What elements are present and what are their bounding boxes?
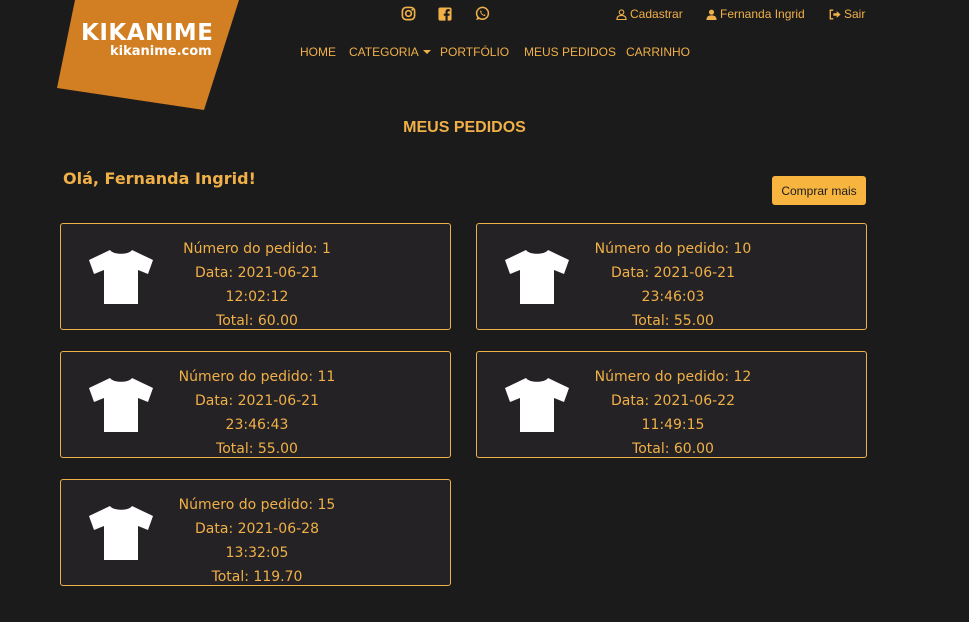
nav-home[interactable]: HOME bbox=[300, 45, 336, 59]
logout-link[interactable]: Sair bbox=[829, 7, 865, 21]
nav-cart[interactable]: CARRINHO bbox=[626, 45, 690, 59]
nav-orders[interactable]: MEUS PEDIDOS bbox=[524, 45, 616, 59]
brand-logo[interactable]: KIKANIME kikanime.com bbox=[57, 0, 242, 110]
tshirt-icon bbox=[89, 378, 153, 432]
order-date: Data: 2021-06-21 12:02:12 bbox=[195, 265, 319, 305]
order-total: Total: 60.00 bbox=[632, 441, 714, 457]
order-number: Número do pedido: 1 bbox=[183, 241, 331, 257]
order-total: Total: 55.00 bbox=[632, 313, 714, 329]
order-card[interactable]: Número do pedido: 1 Data: 2021-06-21 12:… bbox=[60, 223, 451, 330]
user-outline-icon bbox=[616, 8, 627, 20]
order-card[interactable]: Número do pedido: 10 Data: 2021-06-21 23… bbox=[476, 223, 867, 330]
order-number: Número do pedido: 11 bbox=[178, 369, 336, 385]
order-total: Total: 55.00 bbox=[216, 441, 298, 457]
chevron-down-icon bbox=[422, 50, 431, 54]
tshirt-icon bbox=[89, 506, 153, 560]
sign-out-icon bbox=[829, 9, 841, 19]
buy-more-button[interactable]: Comprar mais bbox=[772, 176, 866, 205]
logo-subtitle: kikanime.com bbox=[110, 44, 212, 59]
order-number: Número do pedido: 10 bbox=[594, 241, 752, 257]
nav-category-label: CATEGORIA bbox=[349, 45, 419, 59]
nav-category[interactable]: CATEGORIA bbox=[349, 45, 431, 59]
whatsapp-icon[interactable] bbox=[475, 6, 490, 21]
order-number: Número do pedido: 15 bbox=[178, 497, 336, 513]
order-card[interactable]: Número do pedido: 15 Data: 2021-06-28 13… bbox=[60, 479, 451, 586]
order-date: Data: 2021-06-21 23:46:03 bbox=[611, 265, 735, 305]
signup-link[interactable]: Cadastrar bbox=[616, 7, 683, 21]
order-total: Total: 60.00 bbox=[216, 313, 298, 329]
order-date: Data: 2021-06-22 11:49:15 bbox=[611, 393, 735, 433]
logo-title: KIKANIME bbox=[81, 20, 214, 46]
tshirt-icon bbox=[89, 250, 153, 304]
user-icon bbox=[706, 9, 717, 20]
page-title: MEUS PEDIDOS bbox=[403, 119, 526, 136]
order-date: Data: 2021-06-28 13:32:05 bbox=[195, 521, 319, 561]
tshirt-icon bbox=[505, 378, 569, 432]
facebook-icon[interactable] bbox=[438, 6, 452, 21]
signup-label: Cadastrar bbox=[630, 7, 683, 21]
order-card[interactable]: Número do pedido: 12 Data: 2021-06-22 11… bbox=[476, 351, 867, 458]
nav-portfolio[interactable]: PORTFÓLIO bbox=[440, 45, 509, 59]
greeting: Olá, Fernanda Ingrid! bbox=[63, 169, 256, 188]
user-profile-link[interactable]: Fernanda Ingrid bbox=[706, 7, 805, 21]
logout-label: Sair bbox=[844, 7, 866, 21]
order-number: Número do pedido: 12 bbox=[594, 369, 752, 385]
instagram-icon[interactable] bbox=[401, 6, 416, 21]
order-card[interactable]: Número do pedido: 11 Data: 2021-06-21 23… bbox=[60, 351, 451, 458]
order-total: Total: 119.70 bbox=[211, 569, 303, 585]
tshirt-icon bbox=[505, 250, 569, 304]
order-date: Data: 2021-06-21 23:46:43 bbox=[195, 393, 319, 433]
user-name-label: Fernanda Ingrid bbox=[720, 7, 805, 21]
